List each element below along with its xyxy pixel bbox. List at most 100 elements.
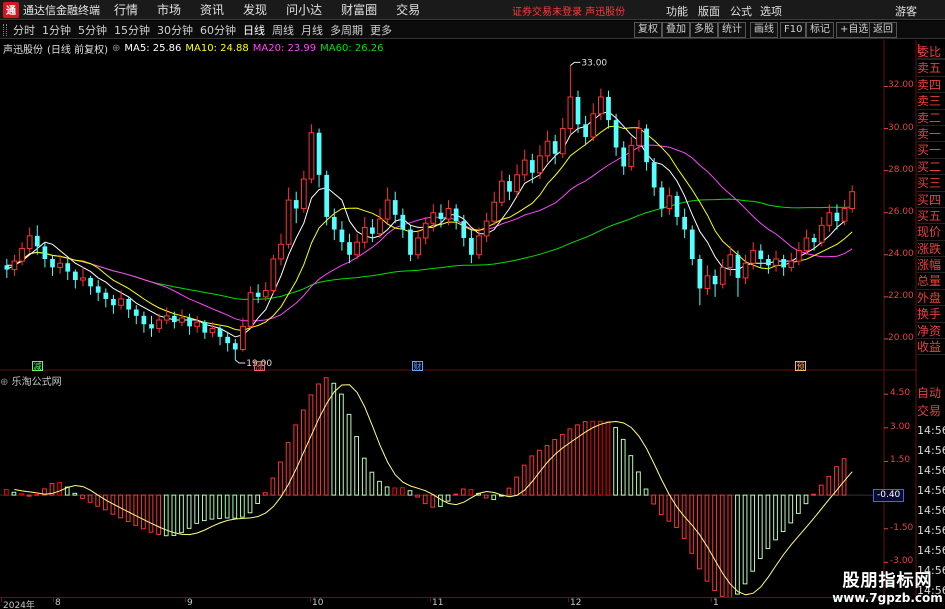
candle-body-up	[270, 258, 277, 292]
candle-body-down	[217, 328, 223, 337]
indicator-bar	[339, 393, 344, 496]
indicator-bar	[179, 494, 184, 534]
indicator-bar	[643, 488, 649, 496]
candle-body-down	[4, 265, 10, 270]
date-label: 10	[312, 598, 324, 608]
candle-body-up	[521, 159, 528, 176]
candle-body-down	[88, 277, 93, 287]
candle-body-down	[659, 187, 665, 209]
indicator-bar	[514, 476, 519, 496]
candle-body-up	[841, 208, 848, 222]
kline-chart[interactable]: 33.0019.00	[0, 0, 917, 597]
candle-body-up	[361, 226, 368, 243]
event-marker[interactable]: 涨	[254, 361, 265, 371]
candle-body-down	[697, 259, 703, 289]
indicator-bar	[529, 455, 535, 496]
price-tick-label: 26.00	[888, 206, 914, 217]
tick-time: 14:56	[917, 464, 945, 477]
candle-body-up	[742, 262, 749, 279]
quote-field: 总量	[917, 273, 945, 290]
indicator-tick-label: 4.50	[890, 388, 911, 399]
date-tick	[711, 598, 712, 602]
date-label: 1	[713, 598, 719, 608]
indicator-bar	[293, 424, 299, 496]
candle-body-up	[514, 174, 520, 193]
auto-label[interactable]: 自动	[917, 384, 945, 401]
indicator-bar	[247, 494, 253, 514]
indicator-tick-label: 3.00	[890, 421, 911, 432]
candle-body-down	[255, 292, 261, 297]
candle-body-down	[766, 259, 771, 266]
candle-body-down	[552, 141, 558, 154]
indicator-bar	[719, 494, 725, 597]
event-marker[interactable]: 预	[795, 361, 806, 371]
date-label: 11	[432, 598, 444, 608]
indicator-bar	[605, 421, 611, 496]
candle-body-down	[95, 286, 101, 293]
quote-field: 买一	[917, 142, 945, 159]
indicator-bar	[773, 494, 778, 541]
indicator-bar	[171, 494, 177, 536]
indicator-bar	[194, 494, 200, 524]
indicator-bar	[354, 436, 360, 496]
quote-field: 涨幅	[917, 257, 945, 274]
indicator-bar	[11, 491, 17, 496]
candle-body-down	[682, 216, 687, 230]
date-label: 2024年	[3, 601, 35, 609]
candle-body-up	[118, 298, 124, 306]
quote-field: 卖二	[917, 110, 945, 126]
quote-field: 收益	[917, 339, 945, 356]
high-pointer	[570, 61, 581, 66]
candle-body-down	[331, 216, 337, 230]
date-label: 8	[55, 598, 61, 608]
candle-body-up	[179, 317, 185, 323]
candle-body-up	[285, 199, 292, 245]
indicator-bar	[544, 444, 550, 496]
candle-body-down	[529, 160, 535, 173]
indicator-bar	[240, 494, 245, 518]
indicator-bar	[796, 494, 801, 514]
candle-body-up	[26, 235, 33, 249]
quote-field: 现价	[917, 224, 945, 241]
indicator-bar	[491, 494, 497, 501]
indicator-bar	[575, 424, 580, 496]
candle-body-down	[583, 124, 588, 137]
date-tick	[430, 598, 431, 602]
indicator-bar	[742, 494, 748, 585]
trade-label[interactable]: 交易	[917, 402, 945, 419]
candle-body-up	[849, 191, 856, 210]
indicator-bar	[422, 494, 428, 505]
candle-body-up	[818, 224, 825, 243]
indicator-bar	[232, 494, 238, 519]
candle-body-up	[796, 250, 802, 262]
indicator-bar	[811, 493, 816, 496]
candle-body-up	[750, 250, 757, 264]
event-marker[interactable]: 财	[412, 361, 423, 371]
price-tick-label: 32.00	[888, 80, 914, 91]
indicator-bar	[712, 494, 717, 591]
indicator-bar	[270, 477, 276, 496]
sub-dropdown-icon[interactable]: ⊕	[0, 377, 8, 388]
candle-body-down	[339, 229, 345, 243]
quote-field: 买四	[917, 192, 945, 208]
candle-body-up	[384, 199, 391, 220]
event-marker[interactable]: 减	[32, 361, 43, 371]
candle-body-down	[72, 271, 78, 281]
indicator-tick-label: -3.00	[890, 556, 914, 567]
candle-body-up	[300, 178, 307, 210]
candle-body-down	[461, 221, 467, 238]
candle-body-up	[598, 96, 604, 115]
indicator-bar	[506, 487, 512, 496]
candle-body-down	[781, 259, 787, 268]
quote-field: 外盘	[917, 290, 945, 307]
price-tick-label: 20.00	[888, 332, 914, 343]
indicator-bar	[841, 458, 847, 496]
candle-body-up	[308, 132, 315, 180]
indicator-bar	[308, 394, 314, 496]
indicator-bar	[780, 494, 786, 533]
candle-body-down	[126, 298, 132, 310]
indicator-bar	[262, 492, 268, 496]
candle-body-up	[537, 155, 543, 174]
candle-body-down	[111, 298, 116, 306]
candle-body-up	[559, 128, 566, 155]
